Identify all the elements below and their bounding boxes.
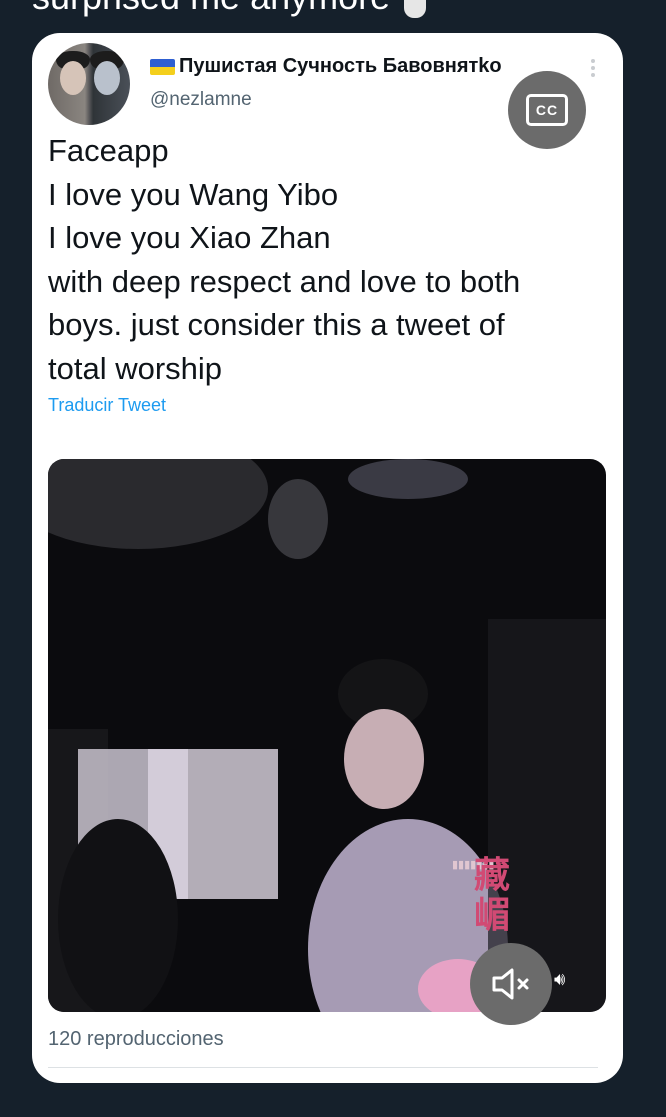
tweet-text-line: total worship bbox=[48, 350, 223, 386]
tweet-text-line: boys. just consider this a tweet of bbox=[48, 307, 505, 342]
muted-speaker-icon bbox=[492, 968, 529, 1000]
ukraine-flag-icon bbox=[150, 58, 175, 75]
tweet-text-line: I love you Wang Yibo bbox=[48, 176, 339, 212]
author-display-name[interactable]: Пушистая Сучность Бавовнятko bbox=[179, 55, 502, 78]
author-name-row[interactable]: Пушистая Сучность Бавовнятko bbox=[150, 55, 502, 78]
tweet-text: Faceapp I love you Wang Yibo I love you … bbox=[48, 129, 608, 390]
view-count: 120 reproducciones bbox=[48, 1028, 224, 1050]
avatar[interactable] bbox=[48, 43, 130, 125]
video-watermark: 藏嵋 bbox=[473, 854, 510, 935]
quoted-tweet-card[interactable]: Пушистая Сучность Бавовнятko @nezlamne C… bbox=[32, 33, 623, 1083]
cc-icon: CC bbox=[526, 94, 568, 126]
tweet-text-line: with deep respect and love to both bbox=[48, 263, 521, 299]
previous-tweet-text-fragment: surprised me anymore bbox=[32, 0, 427, 18]
tweet-text-line: I love you Xiao Zhan bbox=[48, 220, 331, 255]
video-player[interactable]: ▮▮▮▮▮▮▮ 藏嵋 🔊︎ bbox=[48, 459, 606, 1012]
translate-tweet-link[interactable]: Traducir Tweet bbox=[48, 395, 166, 416]
speaker-icon[interactable]: 🔊︎ bbox=[554, 969, 580, 991]
tweet-text-line: Faceapp bbox=[48, 133, 169, 168]
divider bbox=[48, 1067, 598, 1068]
unmute-button[interactable] bbox=[470, 943, 552, 1025]
more-options-icon[interactable] bbox=[590, 59, 596, 77]
emoji-icon bbox=[404, 0, 427, 18]
watermark-subtext: ▮▮▮▮▮▮▮ bbox=[452, 859, 494, 871]
author-handle[interactable]: @nezlamne bbox=[150, 89, 252, 111]
